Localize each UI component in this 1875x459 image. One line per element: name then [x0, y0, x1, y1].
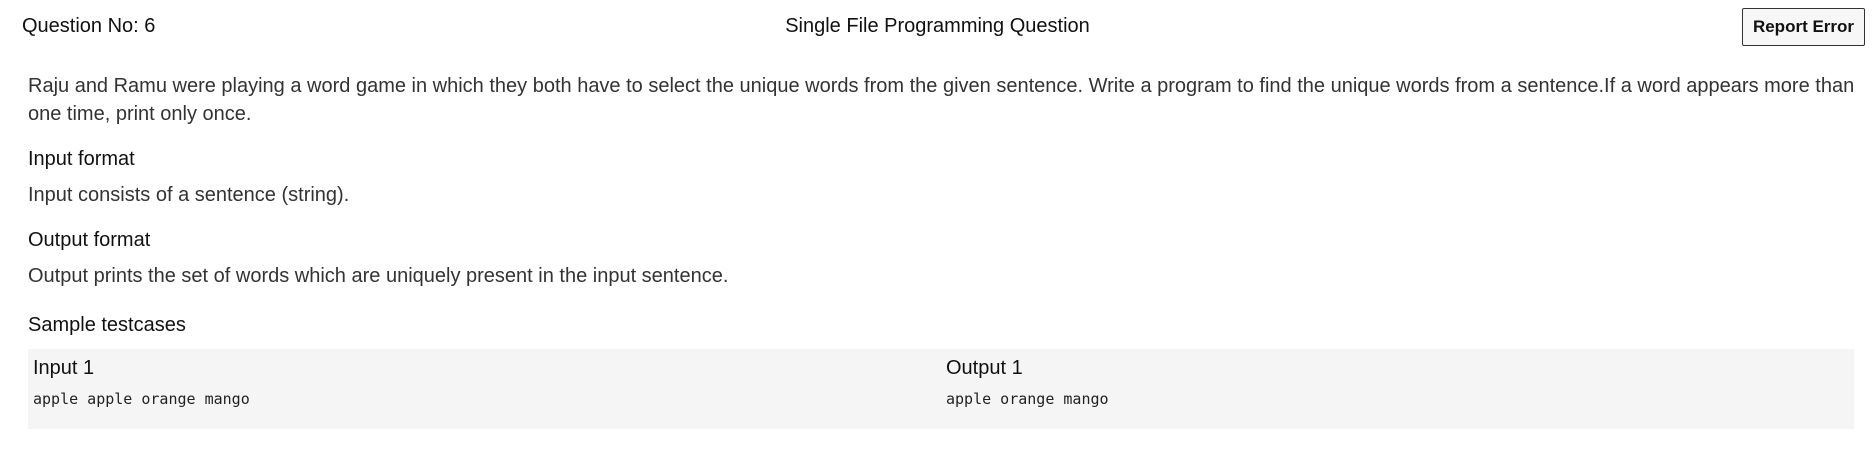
output-format-heading: Output format — [28, 229, 151, 251]
question-type-title: Single File Programming Question — [785, 15, 1090, 37]
output-format-text: Output prints the set of words which are… — [28, 265, 729, 287]
testcase-output-value: apple orange mango — [946, 390, 1109, 408]
testcase-output-column: Output 1 apple orange mango — [941, 349, 1854, 429]
input-format-heading: Input format — [28, 148, 135, 170]
testcase-output-label: Output 1 — [946, 357, 1023, 379]
question-description: Raju and Ramu were playing a word game i… — [28, 75, 1855, 125]
input-format-text: Input consists of a sentence (string). — [28, 184, 350, 206]
question-header: Question No: 6 Single File Programming Q… — [0, 0, 1875, 50]
report-error-button[interactable]: Report Error — [1742, 8, 1865, 46]
testcase-input-column: Input 1 apple apple orange mango — [28, 349, 941, 429]
testcase-input-value: apple apple orange mango — [33, 390, 250, 408]
sample-testcases-heading: Sample testcases — [28, 314, 186, 336]
testcase-input-label: Input 1 — [33, 357, 95, 379]
testcase-panel: Input 1 apple apple orange mango Output … — [28, 349, 1854, 429]
question-page: Question No: 6 Single File Programming Q… — [0, 0, 1875, 459]
question-content: Raju and Ramu were playing a word game i… — [28, 72, 1858, 429]
